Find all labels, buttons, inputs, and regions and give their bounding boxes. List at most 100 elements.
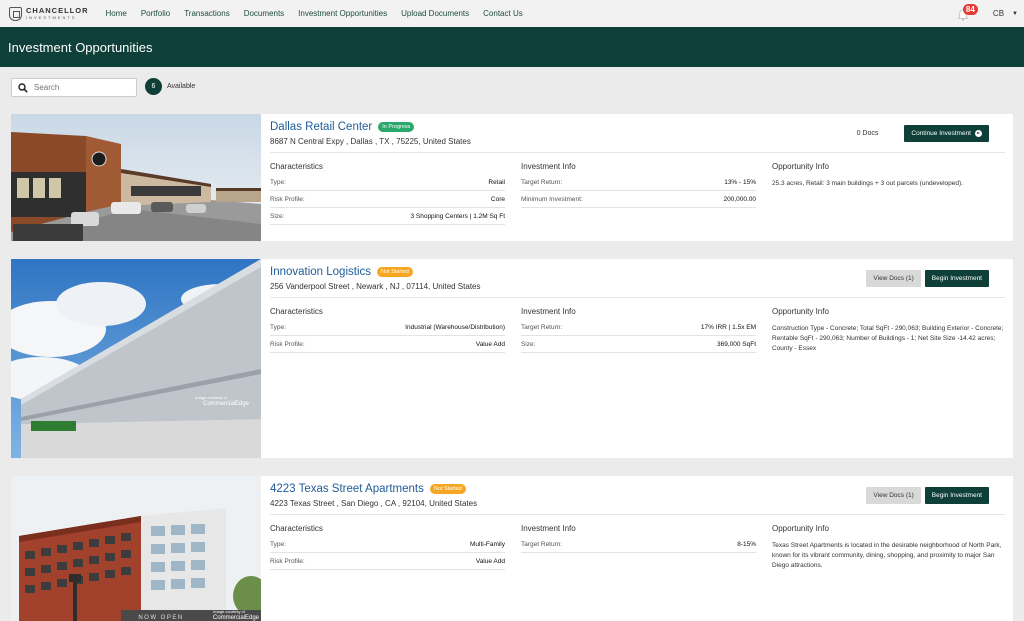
available-label: Available — [167, 83, 196, 90]
section-heading: Characteristics — [270, 524, 323, 533]
opportunity-card-dallas: Dallas Retail Center In Progress 8687 N … — [11, 114, 1013, 241]
section-heading: Investment Info — [521, 307, 576, 316]
property-address: 256 Vanderpool Street , Newark , NJ , 07… — [270, 282, 481, 291]
section-heading: Opportunity Info — [772, 162, 829, 171]
kv-value: Industrial (Warehouse/Distribution) — [405, 324, 505, 331]
brand-name: CHANCELLOR — [26, 6, 89, 16]
kv-row: Size: 369,000 SqFt — [521, 341, 756, 353]
opportunity-info-section: Opportunity Info 25.3 acres, Retail: 3 m… — [772, 162, 1008, 189]
kv-key: Target Return: — [521, 324, 563, 331]
kv-value: 369,000 SqFt — [716, 341, 756, 348]
kv-value: Core — [490, 196, 505, 203]
divider — [270, 297, 1005, 298]
search-input[interactable] — [34, 83, 134, 92]
investment-info-section: Investment Info Target Return: 13% - 15% … — [521, 162, 756, 213]
top-nav: CHANCELLOR INVESTMENTS Home Portfolio Tr… — [0, 0, 1024, 27]
kv-row: Risk Profile: Value Add — [270, 558, 505, 570]
page-title: Investment Opportunities — [8, 39, 153, 55]
kv-key: Size: — [270, 213, 285, 220]
kv-row: Type: Industrial (Warehouse/Distribution) — [270, 324, 505, 336]
opportunity-description: 25.3 acres, Retail: 3 main buildings + 3… — [772, 180, 963, 187]
kv-row: Type: Multi-Family — [270, 541, 505, 553]
opportunity-description: Texas Street Apartments is located in th… — [772, 542, 1002, 569]
nav-home[interactable]: Home — [106, 9, 127, 18]
kv-row: Target Return: 13% - 15% — [521, 179, 756, 191]
image-credit-small: Image courtesy of — [213, 609, 246, 614]
chevron-down-icon[interactable]: ▼ — [1012, 11, 1018, 17]
kv-key: Target Return: — [521, 541, 563, 548]
kv-row: Risk Profile: Value Add — [270, 341, 505, 353]
kv-key: Risk Profile: — [270, 196, 305, 203]
status-badge: In Progress — [378, 122, 415, 132]
docs-count: 0 Docs — [856, 130, 879, 137]
section-heading: Characteristics — [270, 162, 323, 171]
kv-value: Retail — [488, 179, 505, 186]
status-badge: Not Started — [429, 484, 466, 494]
notifications-button[interactable]: 84 — [957, 3, 978, 21]
opportunity-info-section: Opportunity Info Texas Street Apartments… — [772, 524, 1008, 571]
kv-key: Target Return: — [521, 179, 563, 186]
property-address: 8687 N Central Expy , Dallas , TX , 7522… — [270, 137, 471, 146]
kv-value: 17% IRR | 1.5x EM — [700, 324, 756, 331]
nav-documents[interactable]: Documents — [244, 9, 284, 18]
investment-info-section: Investment Info Target Return: 8-15% — [521, 524, 756, 558]
property-title[interactable]: 4223 Texas Street Apartments — [270, 483, 424, 495]
brand-subtitle: INVESTMENTS — [26, 14, 77, 20]
kv-row: Minimum Investment: 200,000.00 — [521, 196, 756, 208]
status-badge: Not Started — [377, 267, 413, 277]
property-title[interactable]: Dallas Retail Center — [270, 121, 372, 133]
begin-investment-button[interactable]: Begin Investment — [924, 270, 989, 287]
characteristics-section: Characteristics Type: Retail Risk Profile… — [270, 162, 505, 230]
nav-investment-opportunities[interactable]: Investment Opportunities — [298, 9, 387, 18]
continue-investment-button[interactable]: Continue Investment — [904, 125, 989, 142]
opportunity-card-texas-street: NOW OPEN Image courtesy of CommercialEdg… — [11, 476, 1013, 621]
kv-value: Multi-Family — [469, 541, 505, 548]
opportunity-card-innovation-logistics: Image courtesy of CommercialEdge Innovat… — [11, 259, 1013, 458]
nav-upload-documents[interactable]: Upload Documents — [401, 9, 469, 18]
kv-key: Size: — [521, 341, 536, 348]
property-address: 4223 Texas Street , San Diego , CA , 921… — [270, 499, 478, 508]
kv-key: Risk Profile: — [270, 341, 305, 348]
section-heading: Opportunity Info — [772, 524, 829, 533]
user-initials[interactable]: CB — [993, 9, 1004, 18]
kv-value: 200,000.00 — [723, 196, 756, 203]
kv-key: Type: — [270, 324, 286, 331]
kv-row: Type: Retail — [270, 179, 505, 191]
property-image[interactable] — [11, 114, 261, 241]
nav-links: Home Portfolio Transactions Documents In… — [106, 9, 537, 18]
section-heading: Characteristics — [270, 307, 323, 316]
kv-row: Target Return: 8-15% — [521, 541, 756, 553]
kv-row: Risk Profile: Core — [270, 196, 505, 208]
view-docs-button[interactable]: View Docs (1) — [866, 487, 921, 504]
notification-count-badge: 84 — [962, 3, 978, 15]
brand-logo[interactable]: CHANCELLOR INVESTMENTS — [9, 6, 89, 21]
property-image[interactable]: NOW OPEN Image courtesy of CommercialEdg… — [11, 476, 261, 621]
nav-transactions[interactable]: Transactions — [184, 9, 230, 18]
begin-investment-button[interactable]: Begin Investment — [924, 487, 989, 504]
section-heading: Investment Info — [521, 162, 576, 171]
search-box[interactable] — [11, 78, 137, 97]
nav-contact-us[interactable]: Contact Us — [483, 9, 523, 18]
characteristics-section: Characteristics Type: Multi-Family Risk P… — [270, 524, 505, 575]
section-heading: Opportunity Info — [772, 307, 829, 316]
property-title[interactable]: Innovation Logistics — [270, 266, 371, 278]
image-credit-small: Image courtesy of — [195, 395, 228, 400]
nav-portfolio[interactable]: Portfolio — [141, 9, 170, 18]
kv-value: Value Add — [475, 558, 505, 565]
divider — [270, 152, 1005, 153]
image-sign-text: NOW OPEN — [138, 615, 183, 621]
kv-value: 8-15% — [737, 541, 756, 548]
shield-logo-icon — [9, 6, 22, 21]
kv-key: Type: — [270, 541, 286, 548]
kv-value: 3 Shopping Centers | 1.2M Sq Ft — [410, 213, 505, 220]
image-credit: CommercialEdge — [203, 401, 250, 407]
opportunity-info-section: Opportunity Info Construction Type - Con… — [772, 307, 1008, 354]
property-image[interactable]: Image courtesy of CommercialEdge — [11, 259, 261, 458]
view-docs-button[interactable]: View Docs (1) — [866, 270, 921, 287]
section-heading: Investment Info — [521, 524, 576, 533]
kv-key: Minimum Investment: — [521, 196, 583, 203]
investment-info-section: Investment Info Target Return: 17% IRR | … — [521, 307, 756, 358]
page-header: Investment Opportunities — [0, 27, 1024, 67]
opportunity-description: Construction Type - Concrete; Total SqFt… — [772, 325, 1004, 352]
available-count: 6 — [145, 78, 162, 95]
